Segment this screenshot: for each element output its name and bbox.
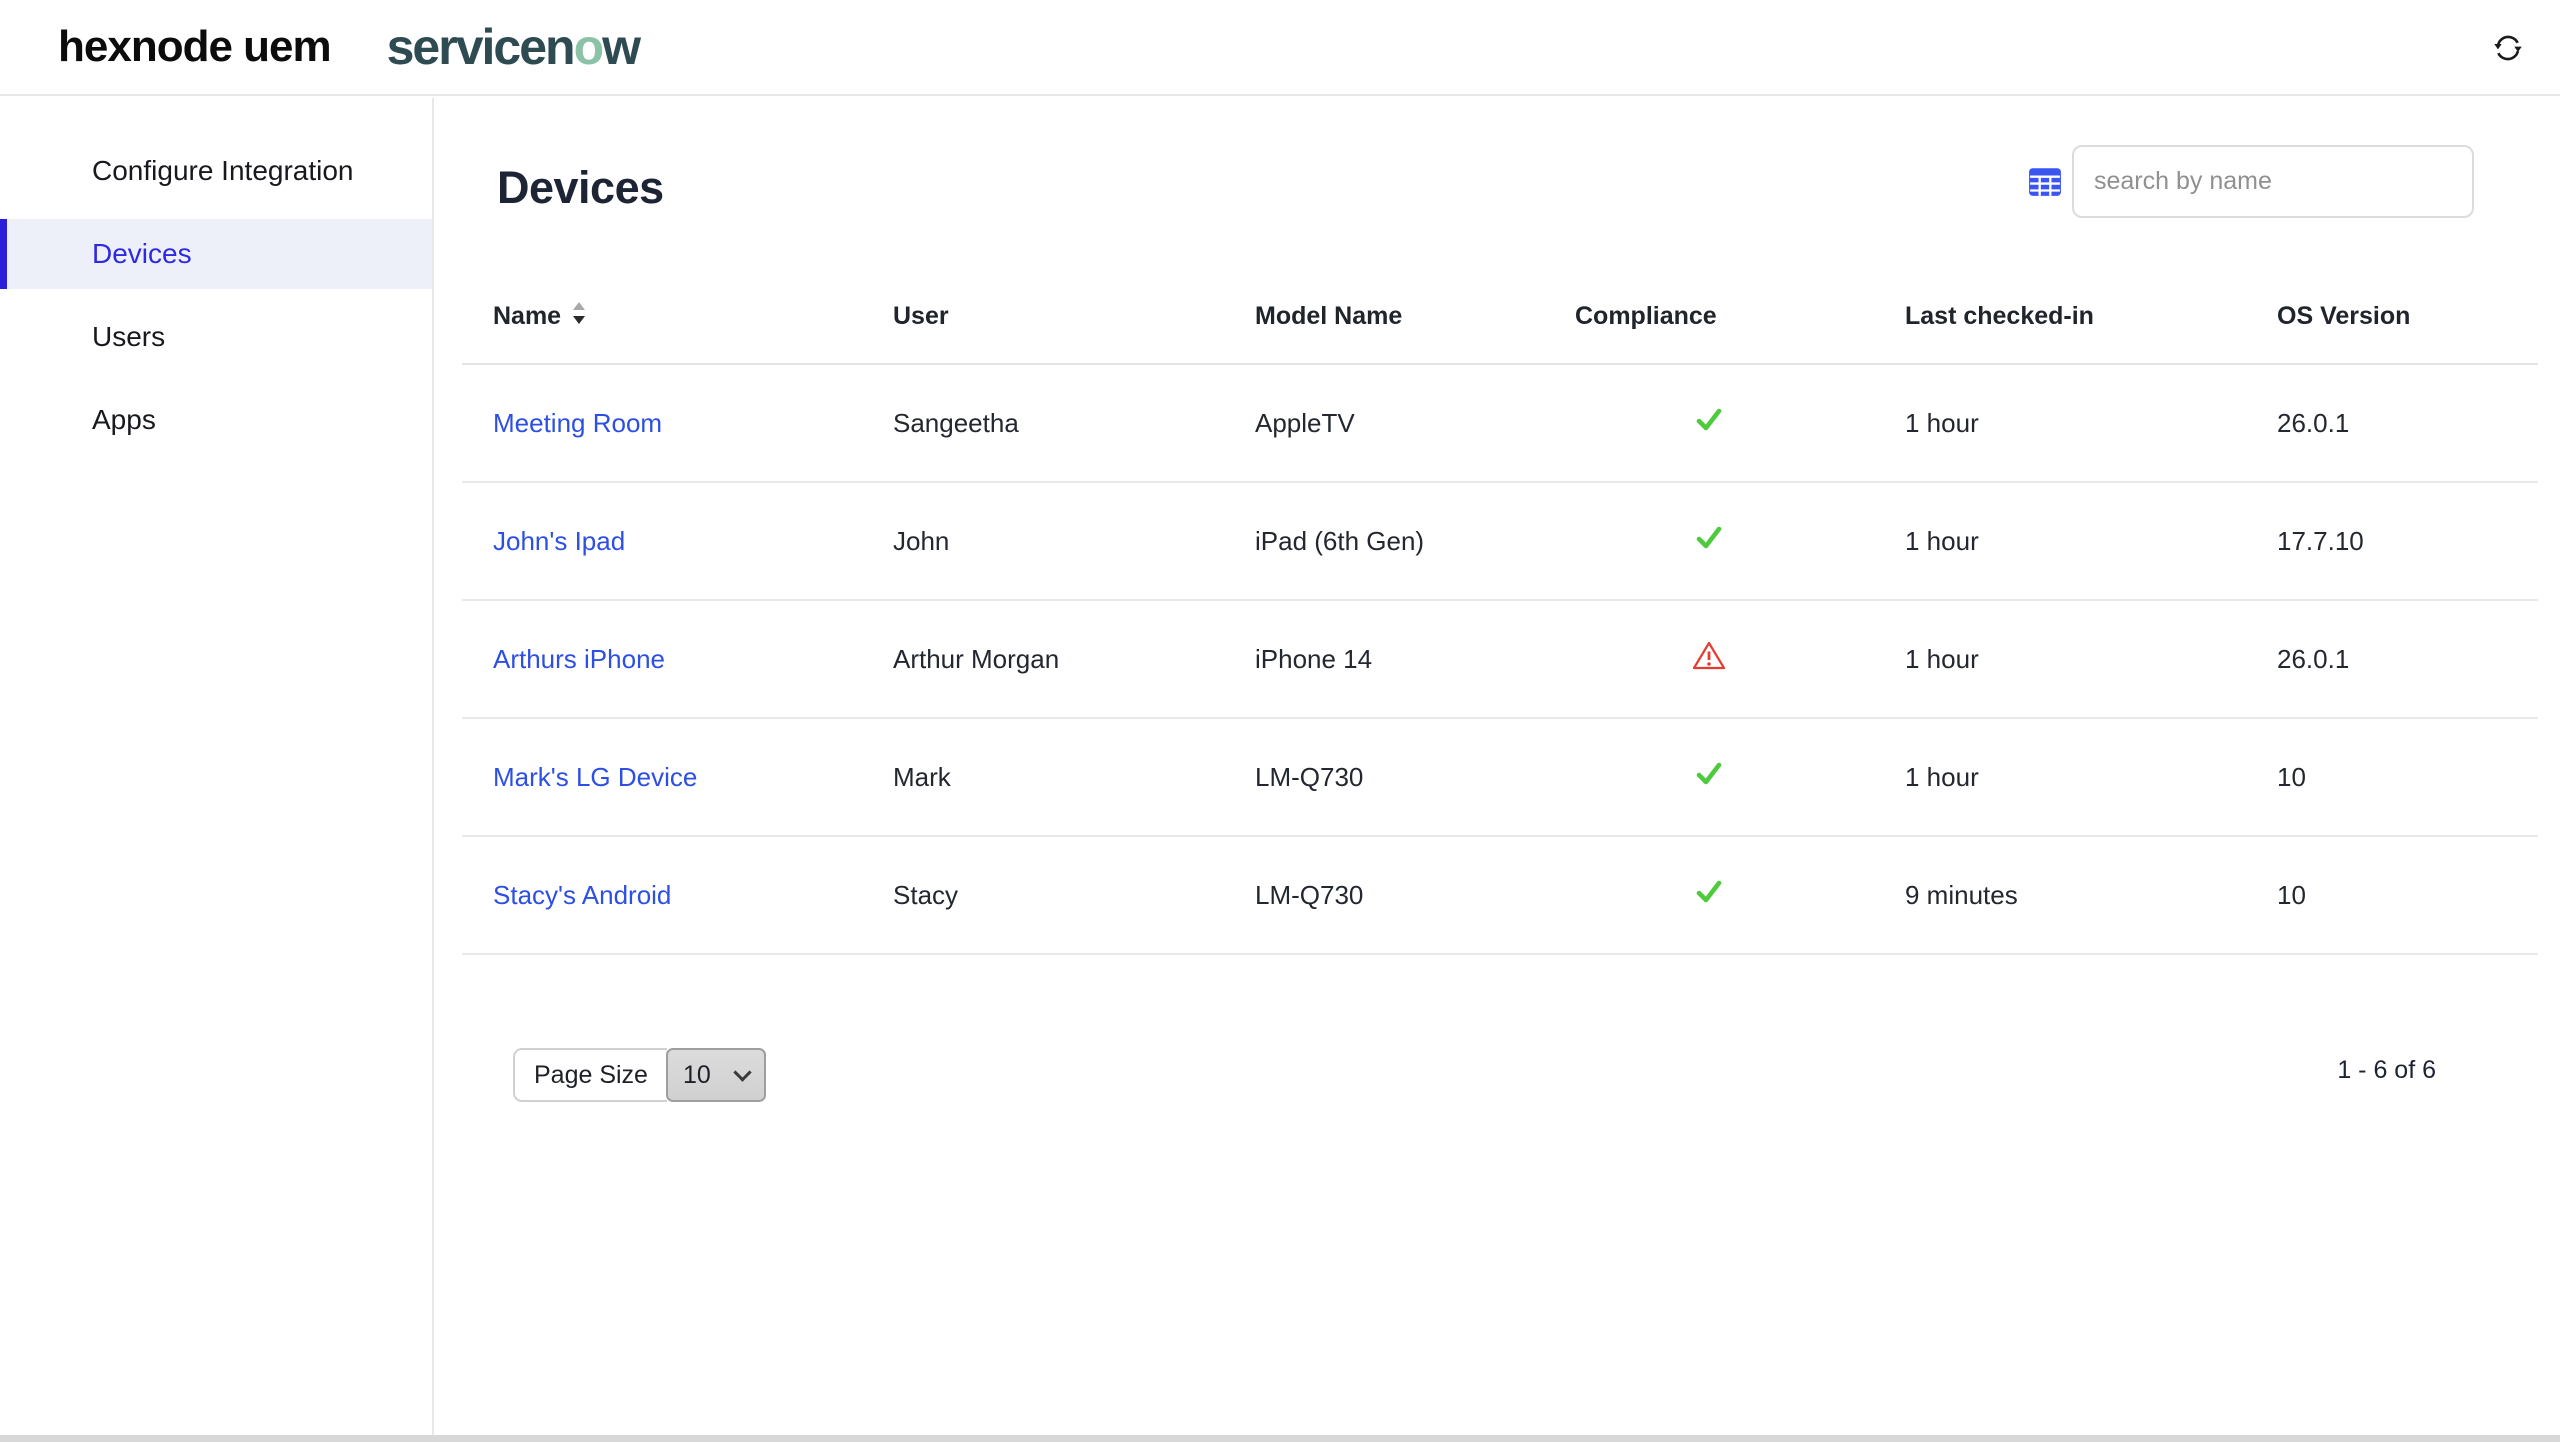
table-row: Arthurs iPhone Arthur Morgan iPhone 14 1… xyxy=(462,601,2538,719)
last-checked-in-cell: 9 minutes xyxy=(1905,879,2018,910)
user-cell: John xyxy=(893,525,950,556)
os-version-cell: 10 xyxy=(2277,761,2306,792)
table-row: John's Ipad John iPad (6th Gen) 1 hour 1… xyxy=(462,483,2538,601)
main-content: Devices Name xyxy=(436,98,2560,1442)
horizontal-scrollbar[interactable] xyxy=(0,1435,2560,1442)
model-cell: LM-Q730 xyxy=(1255,879,1364,910)
last-checked-in-cell: 1 hour xyxy=(1905,761,1979,792)
user-cell: Stacy xyxy=(893,879,959,910)
model-cell: LM-Q730 xyxy=(1255,761,1364,792)
servicenow-logo-text: servicen xyxy=(386,19,576,75)
model-cell: AppleTV xyxy=(1255,407,1355,438)
compliance-cell xyxy=(1544,875,1874,916)
column-header-user: User xyxy=(893,302,949,330)
column-header-compliance: Compliance xyxy=(1575,302,1717,330)
last-checked-in-cell: 1 hour xyxy=(1905,643,1979,674)
table-view-grid-icon[interactable] xyxy=(2028,166,2062,198)
compliance-cell xyxy=(1544,403,1874,444)
compliance-warning-icon xyxy=(1690,638,1728,681)
column-header-os-version: OS Version xyxy=(2277,302,2411,330)
compliance-cell xyxy=(1544,757,1874,798)
last-checked-in-cell: 1 hour xyxy=(1905,407,1979,438)
last-checked-in-cell: 1 hour xyxy=(1905,525,1979,556)
sidebar-item-users[interactable]: Users xyxy=(0,302,432,372)
column-header-name[interactable]: Name xyxy=(462,300,862,333)
pagination-range-text: 1 - 6 of 6 xyxy=(2337,1056,2436,1084)
top-header: hexnode uem servicenow xyxy=(0,0,2560,96)
device-name-link[interactable]: Meeting Room xyxy=(493,408,662,438)
compliance-cell xyxy=(1544,638,1874,681)
compliance-ok-icon xyxy=(1691,757,1727,798)
servicenow-logo: servicenow xyxy=(386,18,641,76)
sidebar-item-configure-integration[interactable]: Configure Integration xyxy=(0,136,432,206)
servicenow-logo-accent-o: o xyxy=(573,19,605,75)
user-cell: Mark xyxy=(893,761,951,792)
table-row: Mark's LG Device Mark LM-Q730 1 hour 10 xyxy=(462,719,2538,837)
page-size-label: Page Size xyxy=(513,1048,667,1102)
compliance-ok-icon xyxy=(1691,521,1727,562)
os-version-cell: 17.7.10 xyxy=(2277,525,2364,556)
page-size-select[interactable]: 10 xyxy=(665,1048,766,1102)
column-header-model: Model Name xyxy=(1255,302,1403,330)
os-version-cell: 10 xyxy=(2277,879,2306,910)
device-name-link[interactable]: Stacy's Android xyxy=(493,880,671,910)
compliance-cell xyxy=(1544,521,1874,562)
device-name-link[interactable]: Mark's LG Device xyxy=(493,762,697,792)
os-version-cell: 26.0.1 xyxy=(2277,643,2350,674)
user-cell: Sangeetha xyxy=(893,407,1019,438)
compliance-ok-icon xyxy=(1691,875,1727,916)
user-cell: Arthur Morgan xyxy=(893,643,1060,674)
sidebar-nav: Configure Integration Devices Users Apps xyxy=(0,98,434,1442)
refresh-icon[interactable] xyxy=(2490,30,2526,66)
os-version-cell: 26.0.1 xyxy=(2277,407,2350,438)
device-name-link[interactable]: Arthurs iPhone xyxy=(493,644,665,674)
table-header-row: Name User Model Name Compliance Last che… xyxy=(462,270,2538,365)
model-cell: iPad (6th Gen) xyxy=(1255,525,1425,556)
column-header-last-checked-in: Last checked-in xyxy=(1905,302,2094,330)
sidebar-item-apps[interactable]: Apps xyxy=(0,385,432,455)
search-input[interactable] xyxy=(2072,145,2474,218)
sort-icon[interactable] xyxy=(571,300,587,333)
devices-table: Name User Model Name Compliance Last che… xyxy=(462,270,2538,955)
device-name-link[interactable]: John's Ipad xyxy=(493,526,625,556)
table-row: Meeting Room Sangeetha AppleTV 1 hour 26… xyxy=(462,365,2538,483)
page-title: Devices xyxy=(497,162,664,213)
chevron-down-icon xyxy=(733,1062,752,1082)
page-size-value: 10 xyxy=(682,1060,711,1089)
model-cell: iPhone 14 xyxy=(1255,643,1373,674)
table-row: Stacy's Android Stacy LM-Q730 9 minutes … xyxy=(462,837,2538,955)
servicenow-logo-text-end: w xyxy=(602,19,641,75)
page-size-control: Page Size 10 xyxy=(513,1048,766,1102)
hexnode-uem-logo: hexnode uem xyxy=(58,22,332,71)
column-header-name-label: Name xyxy=(493,302,562,330)
sidebar-item-devices[interactable]: Devices xyxy=(0,219,432,289)
compliance-ok-icon xyxy=(1691,403,1727,444)
